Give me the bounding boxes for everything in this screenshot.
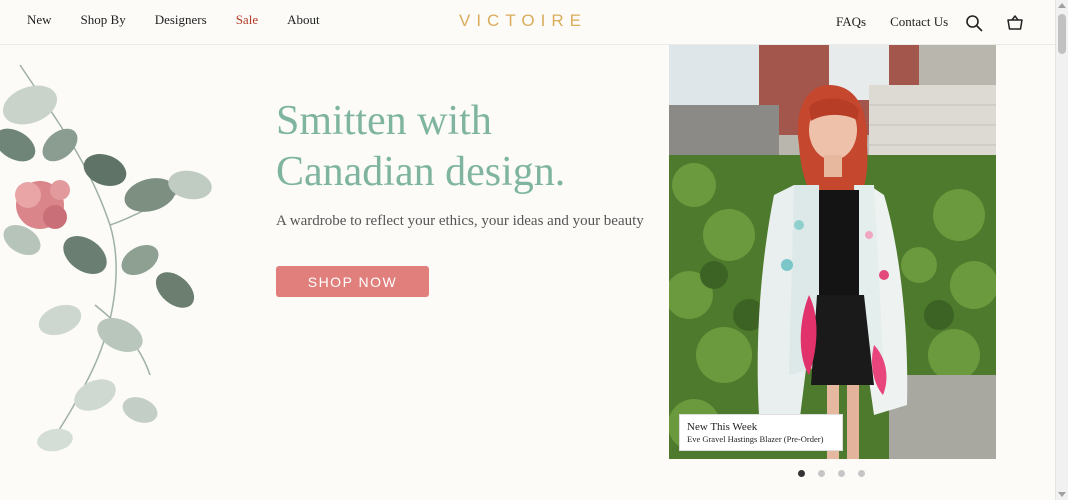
nav-contact-us[interactable]: Contact Us bbox=[890, 14, 948, 30]
shop-now-button[interactable]: SHOP NOW bbox=[276, 266, 429, 297]
primary-nav: New Shop By Designers Sale About bbox=[27, 12, 349, 28]
search-icon[interactable] bbox=[965, 14, 983, 32]
slide-caption-title: New This Week bbox=[687, 421, 758, 433]
slide-caption[interactable]: New This Week Eve Gravel Hastings Blazer… bbox=[679, 414, 843, 451]
botanical-illustration bbox=[0, 64, 212, 452]
nav-designers[interactable]: Designers bbox=[155, 12, 207, 28]
hero-headline-line2: Canadian design. bbox=[276, 149, 566, 195]
nav-shop-by[interactable]: Shop By bbox=[81, 12, 126, 28]
slide-caption-subtitle: Eve Gravel Hastings Blazer (Pre-Order) bbox=[687, 434, 824, 444]
nav-about[interactable]: About bbox=[287, 12, 320, 28]
hero-product-photo[interactable] bbox=[669, 45, 996, 459]
basket-icon[interactable] bbox=[1006, 14, 1024, 32]
slide-dot-3[interactable] bbox=[838, 470, 845, 477]
nav-sale[interactable]: Sale bbox=[236, 12, 258, 28]
slide-dot-2[interactable] bbox=[818, 470, 825, 477]
slide-dot-1[interactable] bbox=[798, 470, 805, 477]
scroll-down-arrow[interactable] bbox=[1058, 492, 1066, 497]
hero-subheadline: A wardrobe to reflect your ethics, your … bbox=[276, 213, 644, 229]
page-scrollbar[interactable] bbox=[1055, 0, 1068, 500]
slide-dot-4[interactable] bbox=[858, 470, 865, 477]
scroll-thumb[interactable] bbox=[1058, 14, 1066, 54]
site-logo[interactable]: VICTOIRE bbox=[459, 11, 587, 31]
slideshow-pagination bbox=[798, 470, 878, 477]
nav-faqs[interactable]: FAQs bbox=[836, 14, 866, 30]
nav-new[interactable]: New bbox=[27, 12, 52, 28]
hero-headline-line1: Smitten with bbox=[276, 98, 492, 144]
hero-headline: Smitten with Canadian design. bbox=[276, 96, 636, 198]
scroll-up-arrow[interactable] bbox=[1058, 3, 1066, 8]
site-header: New Shop By Designers Sale About VICTOIR… bbox=[0, 0, 1056, 45]
secondary-nav: FAQs Contact Us bbox=[836, 14, 972, 30]
